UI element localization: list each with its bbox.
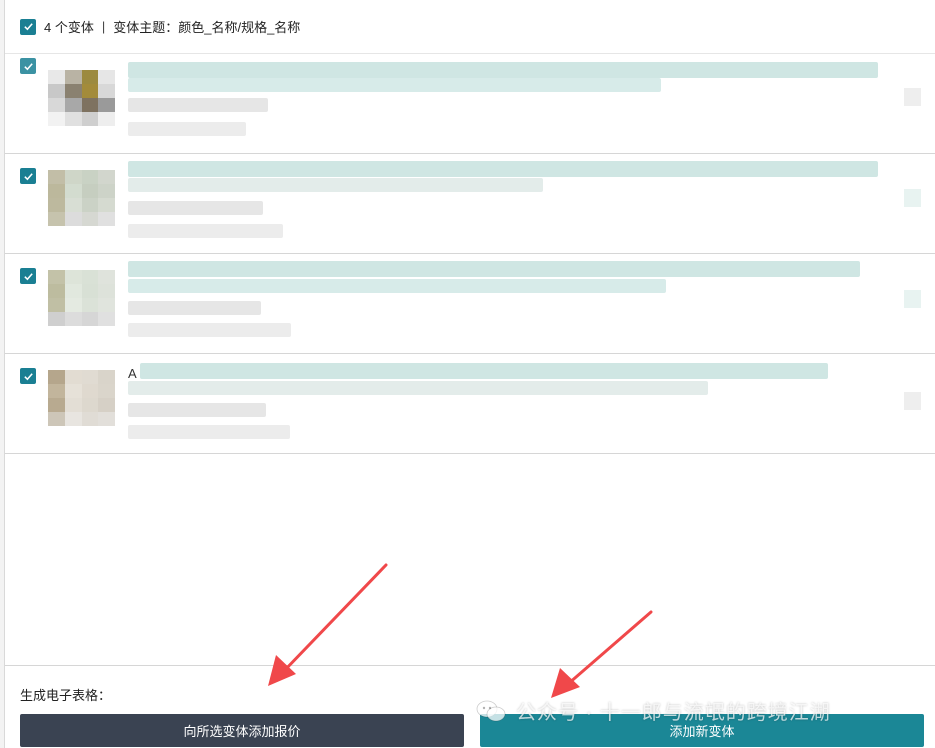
variant-attribute-redacted <box>128 98 268 112</box>
variant-row[interactable] <box>5 154 935 254</box>
variant-title-redacted <box>128 62 878 78</box>
variant-title-redacted-line2 <box>128 78 661 92</box>
check-icon <box>23 62 33 70</box>
variant-thumbnail <box>48 370 115 426</box>
check-icon <box>23 23 33 31</box>
variant-attribute-redacted <box>128 301 261 315</box>
variant-list: A <box>5 54 935 454</box>
variant-title-redacted-line2 <box>128 178 543 192</box>
variant-title-redacted <box>128 161 878 177</box>
add-quote-button[interactable]: 向所选变体添加报价 <box>20 714 464 747</box>
variant-checkbox[interactable] <box>20 268 36 284</box>
variant-thumbnail <box>48 170 115 226</box>
check-icon <box>23 272 33 280</box>
variant-title-redacted-line2 <box>128 381 708 395</box>
variant-sku-redacted <box>128 323 291 337</box>
variant-sku-redacted <box>128 425 290 439</box>
check-icon <box>23 372 33 380</box>
variant-checkbox[interactable] <box>20 168 36 184</box>
variant-action-redacted[interactable] <box>904 88 921 106</box>
variant-attribute-redacted <box>128 201 263 215</box>
variant-count: 4 个变体 <box>44 20 94 35</box>
variant-sku-redacted <box>128 122 246 136</box>
variant-title-redacted <box>128 261 860 277</box>
variant-thumbnail <box>48 70 115 126</box>
variant-action-redacted[interactable] <box>904 189 921 207</box>
variant-row[interactable]: A <box>5 354 935 454</box>
variant-header: 4 个变体 | 变体主题：颜色_名称/规格_名称 <box>5 0 935 54</box>
watermark-text: 公众号 · 十一郎与流氓的跨境江湖 <box>516 702 831 724</box>
variant-checkbox[interactable] <box>20 58 36 74</box>
wechat-icon <box>476 700 506 721</box>
variant-theme: 变体主题：颜色_名称/规格_名称 <box>113 20 301 35</box>
variant-thumbnail <box>48 270 115 326</box>
variant-attribute-redacted <box>128 403 266 417</box>
select-all-checkbox[interactable] <box>20 18 36 35</box>
variant-title: A <box>128 366 137 381</box>
spreadsheet-label: 生成电子表格： <box>20 688 112 703</box>
check-icon <box>23 172 33 180</box>
header-separator: | <box>101 19 106 34</box>
variant-title-redacted <box>140 363 828 379</box>
variant-action-redacted[interactable] <box>904 392 921 410</box>
watermark: 公众号 · 十一郎与流氓的跨境江湖 <box>476 696 831 725</box>
variant-row[interactable] <box>5 54 935 154</box>
variant-row[interactable] <box>5 254 935 354</box>
variant-checkbox[interactable] <box>20 368 36 384</box>
variant-panel: 4 个变体 | 变体主题：颜色_名称/规格_名称 A 生成电子表格： 向所选变体… <box>0 0 935 748</box>
variant-action-redacted[interactable] <box>904 290 921 308</box>
variant-sku-redacted <box>128 224 283 238</box>
variant-title-redacted-line2 <box>128 279 666 293</box>
